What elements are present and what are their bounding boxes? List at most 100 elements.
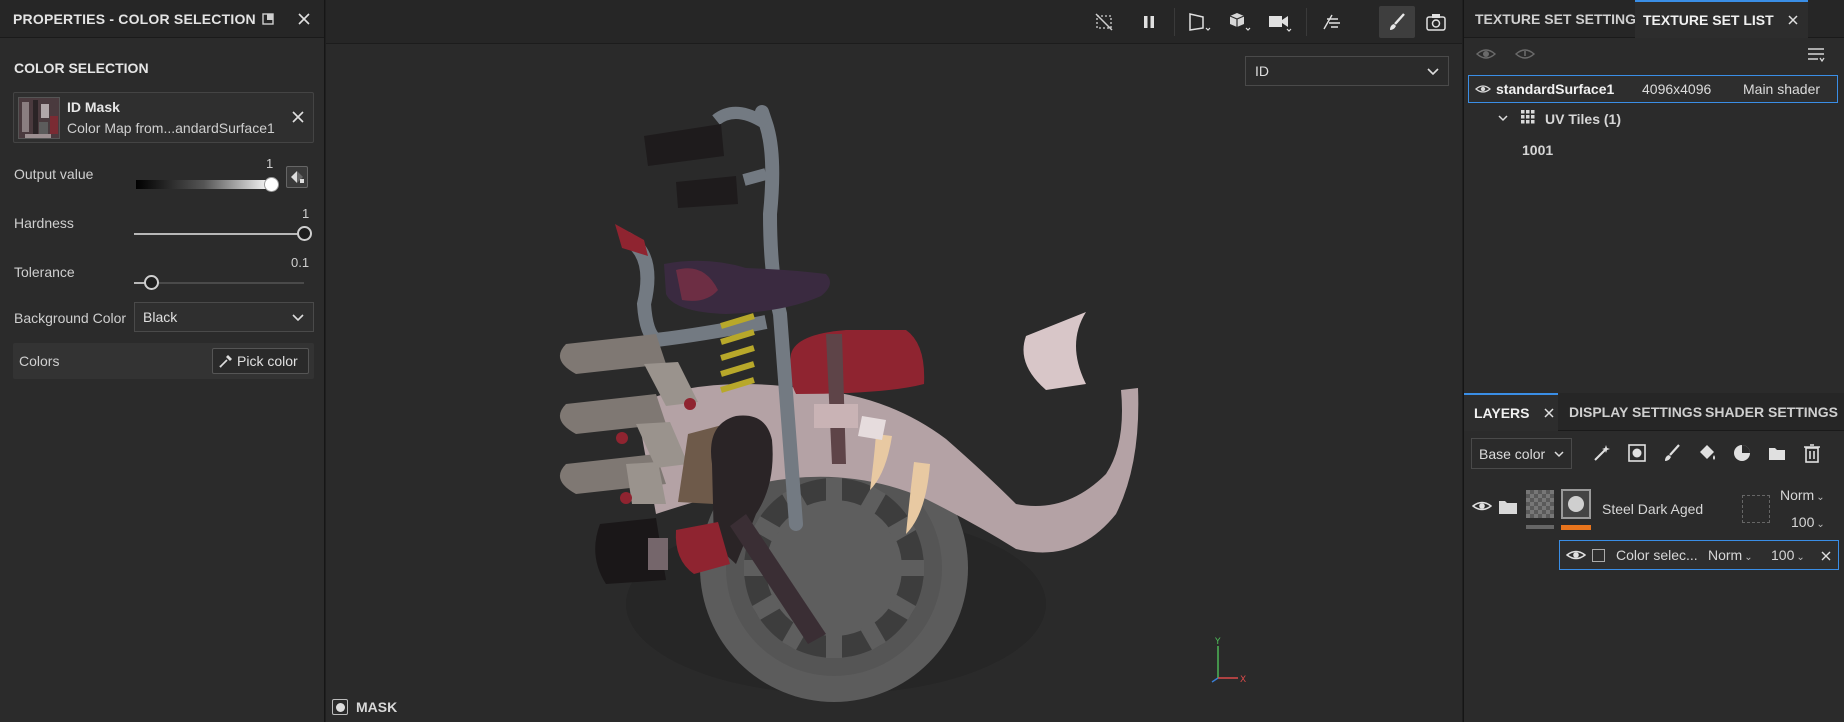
blend-value: Norm (1708, 547, 1743, 563)
background-color-value: Black (143, 309, 178, 325)
effect-opacity[interactable]: 100 ⌄ (1771, 547, 1805, 563)
tolerance-slider[interactable] (134, 275, 304, 290)
layer-thumbnail[interactable] (1526, 490, 1554, 518)
add-fill-layer-icon[interactable] (1694, 440, 1720, 466)
pick-color-button[interactable]: Pick color (212, 348, 309, 374)
tab-label: TEXTURE SET LIST (1643, 12, 1774, 28)
close-icon[interactable] (1786, 13, 1800, 27)
opacity-value: 100 (1791, 514, 1815, 530)
effect-row[interactable]: Color selec... Norm ⌄ 100 ⌄ (1559, 540, 1839, 570)
smart-material-icon[interactable] (1729, 440, 1755, 466)
paint-brush-icon[interactable] (1379, 6, 1415, 38)
section-title: COLOR SELECTION (14, 60, 149, 76)
texture-set-row[interactable]: standardSurface1 4096x4096 Main shader (1468, 75, 1838, 103)
texture-set-tabbar: TEXTURE SET SETTINGS TEXTURE SET LIST (1464, 0, 1844, 38)
tab-texture-set-settings[interactable]: TEXTURE SET SETTINGS (1475, 0, 1645, 38)
undock-icon[interactable] (258, 9, 278, 29)
tab-layers[interactable]: LAYERS (1464, 393, 1558, 431)
invert-icon[interactable] (286, 166, 308, 188)
eye-icon[interactable] (1565, 547, 1587, 566)
remove-mask-icon[interactable] (289, 108, 307, 126)
viewport[interactable]: ID Y X MASK (326, 0, 1462, 722)
handle-grip (644, 124, 724, 166)
cube-icon[interactable] (1222, 6, 1258, 38)
symmetry-icon[interactable] (1314, 6, 1350, 38)
panel-title: PROPERTIES - COLOR SELECTION (13, 10, 256, 27)
chevron-down-icon[interactable] (1497, 111, 1509, 127)
list-settings-icon[interactable] (1805, 44, 1827, 67)
toolbar-separator (1174, 8, 1175, 36)
layer-thumbnail-bar (1526, 525, 1554, 529)
tab-display-settings[interactable]: DISPLAY SETTINGS (1569, 393, 1702, 431)
hide-icon[interactable] (1086, 6, 1122, 38)
mask-source: Color Map from...andardSurface1 (67, 120, 275, 136)
output-value-slider[interactable] (136, 180, 272, 189)
add-mask-icon[interactable] (1624, 440, 1650, 466)
layer-mask-thumbnail[interactable] (1561, 489, 1591, 519)
hardness-fill (134, 233, 304, 235)
folder-icon[interactable] (1764, 440, 1790, 466)
layers-tabbar: LAYERS DISPLAY SETTINGS SHADER SETTINGS (1464, 393, 1844, 431)
close-icon[interactable] (294, 9, 314, 29)
motorcycle-model[interactable] (326, 44, 1462, 722)
texture-set-resolution: 4096x4096 (1642, 81, 1712, 97)
add-effect-icon[interactable] (1589, 440, 1615, 466)
chevron-down-icon: ⌄ (1816, 492, 1825, 503)
pause-icon[interactable] (1131, 6, 1167, 38)
effect-name[interactable]: Color selec... (1616, 547, 1698, 563)
tab-texture-set-list[interactable]: TEXTURE SET LIST (1635, 0, 1808, 38)
layer-row[interactable]: Steel Dark Aged Norm ⌄ 100 ⌄ (1464, 480, 1844, 540)
texture-set-shader[interactable]: Main shader (1743, 81, 1820, 97)
close-icon[interactable] (1820, 549, 1832, 561)
fuel-tank (790, 330, 925, 394)
add-paint-layer-icon[interactable] (1659, 440, 1685, 466)
trash-icon[interactable] (1799, 440, 1825, 466)
channel-dropdown[interactable]: Base color (1471, 438, 1572, 469)
uv-tiles-row[interactable]: UV Tiles (1) (1497, 110, 1621, 127)
output-value-readout: 1 (266, 156, 274, 171)
pick-color-label: Pick color (237, 353, 298, 369)
layer-opacity[interactable]: 100 ⌄ (1791, 514, 1825, 530)
axis-gizmo: Y X (1211, 637, 1246, 684)
camera-perspective-icon[interactable] (1182, 6, 1218, 38)
uv-tiles-label: UV Tiles (1) (1545, 110, 1621, 127)
tab-label: TEXTURE SET SETTINGS (1475, 11, 1646, 27)
colors-row: Colors Pick color (13, 343, 314, 379)
effect-blend-mode[interactable]: Norm ⌄ (1708, 547, 1753, 563)
tab-shader-settings[interactable]: SHADER SETTINGS (1705, 393, 1838, 431)
colors-label: Colors (19, 353, 60, 369)
viewport-toolbar (326, 0, 1462, 44)
hardness-knob[interactable] (297, 226, 312, 241)
grid-icon (1521, 110, 1535, 127)
video-camera-icon[interactable] (1262, 6, 1298, 38)
layer-blend-mode[interactable]: Norm ⌄ (1780, 487, 1825, 503)
tolerance-label: Tolerance (14, 264, 75, 280)
axis-y-label: Y (1214, 637, 1221, 647)
layer-mask-selected-bar (1561, 525, 1591, 530)
eye-icon[interactable] (1475, 82, 1491, 99)
uv-tile-item[interactable]: 1001 (1522, 142, 1553, 158)
chevron-down-icon: ⌄ (1744, 552, 1753, 563)
texture-set-toolbar (1464, 38, 1844, 72)
channel-dropdown-value: Base color (1479, 445, 1546, 462)
background-color-select[interactable]: Black (134, 302, 314, 332)
visibility-off-icon[interactable] (1475, 44, 1497, 67)
layer-name[interactable]: Steel Dark Aged (1602, 501, 1703, 517)
chevron-down-icon (291, 310, 305, 327)
blend-value: Norm (1780, 487, 1815, 503)
chevron-down-icon (1553, 447, 1565, 463)
eye-icon[interactable] (1471, 498, 1493, 517)
output-value-knob[interactable] (264, 177, 279, 192)
mask-label: MASK (332, 699, 397, 715)
axis-x-label: X (1240, 675, 1246, 684)
texture-set-name: standardSurface1 (1496, 81, 1615, 97)
tolerance-knob[interactable] (144, 275, 159, 290)
background-color-label: Background Color (14, 310, 127, 326)
visibility-info-icon[interactable] (1514, 44, 1536, 67)
close-icon[interactable] (1542, 406, 1556, 420)
mask-label-text: MASK (356, 699, 398, 715)
hardness-slider[interactable] (134, 226, 312, 241)
screenshot-icon[interactable] (1418, 6, 1454, 38)
mask-card[interactable]: ID Mask Color Map from...andardSurface1 (13, 92, 314, 143)
effect-checkbox[interactable] (1592, 549, 1605, 562)
